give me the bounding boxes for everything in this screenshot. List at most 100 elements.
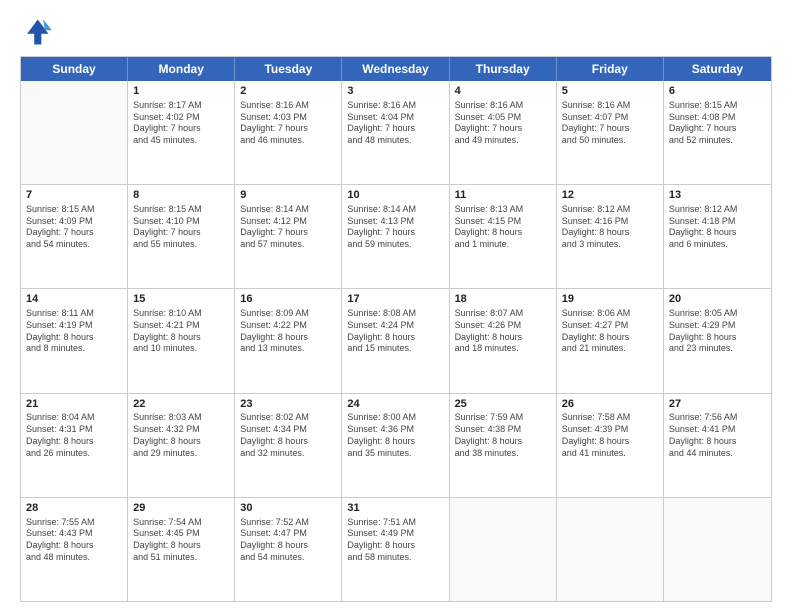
day-number: 21 bbox=[26, 397, 122, 412]
day-number: 28 bbox=[26, 501, 122, 516]
cal-cell: 24Sunrise: 8:00 AM Sunset: 4:36 PM Dayli… bbox=[342, 394, 449, 497]
cal-week-0: 1Sunrise: 8:17 AM Sunset: 4:02 PM Daylig… bbox=[21, 81, 771, 185]
day-info: Sunrise: 7:54 AM Sunset: 4:45 PM Dayligh… bbox=[133, 517, 229, 564]
day-info: Sunrise: 8:14 AM Sunset: 4:13 PM Dayligh… bbox=[347, 204, 443, 251]
day-number: 18 bbox=[455, 292, 551, 307]
day-info: Sunrise: 8:16 AM Sunset: 4:03 PM Dayligh… bbox=[240, 100, 336, 147]
day-number: 12 bbox=[562, 188, 658, 203]
cal-cell: 6Sunrise: 8:15 AM Sunset: 4:08 PM Daylig… bbox=[664, 81, 771, 184]
cal-cell: 8Sunrise: 8:15 AM Sunset: 4:10 PM Daylig… bbox=[128, 185, 235, 288]
day-info: Sunrise: 8:06 AM Sunset: 4:27 PM Dayligh… bbox=[562, 308, 658, 355]
day-info: Sunrise: 8:16 AM Sunset: 4:07 PM Dayligh… bbox=[562, 100, 658, 147]
day-info: Sunrise: 7:55 AM Sunset: 4:43 PM Dayligh… bbox=[26, 517, 122, 564]
day-info: Sunrise: 8:11 AM Sunset: 4:19 PM Dayligh… bbox=[26, 308, 122, 355]
cal-cell: 15Sunrise: 8:10 AM Sunset: 4:21 PM Dayli… bbox=[128, 289, 235, 392]
cal-cell: 21Sunrise: 8:04 AM Sunset: 4:31 PM Dayli… bbox=[21, 394, 128, 497]
day-number: 15 bbox=[133, 292, 229, 307]
cal-cell: 5Sunrise: 8:16 AM Sunset: 4:07 PM Daylig… bbox=[557, 81, 664, 184]
day-info: Sunrise: 8:15 AM Sunset: 4:08 PM Dayligh… bbox=[669, 100, 766, 147]
day-info: Sunrise: 8:08 AM Sunset: 4:24 PM Dayligh… bbox=[347, 308, 443, 355]
cal-cell: 29Sunrise: 7:54 AM Sunset: 4:45 PM Dayli… bbox=[128, 498, 235, 601]
day-info: Sunrise: 8:16 AM Sunset: 4:04 PM Dayligh… bbox=[347, 100, 443, 147]
day-number: 4 bbox=[455, 84, 551, 99]
calendar: SundayMondayTuesdayWednesdayThursdayFrid… bbox=[20, 56, 772, 602]
cal-cell: 10Sunrise: 8:14 AM Sunset: 4:13 PM Dayli… bbox=[342, 185, 449, 288]
day-number: 6 bbox=[669, 84, 766, 99]
cal-cell bbox=[664, 498, 771, 601]
cal-cell: 22Sunrise: 8:03 AM Sunset: 4:32 PM Dayli… bbox=[128, 394, 235, 497]
day-info: Sunrise: 8:10 AM Sunset: 4:21 PM Dayligh… bbox=[133, 308, 229, 355]
cal-header-saturday: Saturday bbox=[664, 57, 771, 81]
cal-cell: 1Sunrise: 8:17 AM Sunset: 4:02 PM Daylig… bbox=[128, 81, 235, 184]
day-number: 8 bbox=[133, 188, 229, 203]
day-info: Sunrise: 8:15 AM Sunset: 4:10 PM Dayligh… bbox=[133, 204, 229, 251]
day-info: Sunrise: 7:59 AM Sunset: 4:38 PM Dayligh… bbox=[455, 412, 551, 459]
day-number: 2 bbox=[240, 84, 336, 99]
day-number: 1 bbox=[133, 84, 229, 99]
day-number: 30 bbox=[240, 501, 336, 516]
cal-week-4: 28Sunrise: 7:55 AM Sunset: 4:43 PM Dayli… bbox=[21, 498, 771, 601]
day-info: Sunrise: 8:16 AM Sunset: 4:05 PM Dayligh… bbox=[455, 100, 551, 147]
cal-cell: 30Sunrise: 7:52 AM Sunset: 4:47 PM Dayli… bbox=[235, 498, 342, 601]
day-number: 9 bbox=[240, 188, 336, 203]
cal-header-thursday: Thursday bbox=[450, 57, 557, 81]
day-number: 27 bbox=[669, 397, 766, 412]
cal-week-2: 14Sunrise: 8:11 AM Sunset: 4:19 PM Dayli… bbox=[21, 289, 771, 393]
day-info: Sunrise: 8:09 AM Sunset: 4:22 PM Dayligh… bbox=[240, 308, 336, 355]
day-info: Sunrise: 8:04 AM Sunset: 4:31 PM Dayligh… bbox=[26, 412, 122, 459]
day-info: Sunrise: 8:05 AM Sunset: 4:29 PM Dayligh… bbox=[669, 308, 766, 355]
logo-icon bbox=[20, 16, 52, 48]
day-info: Sunrise: 8:00 AM Sunset: 4:36 PM Dayligh… bbox=[347, 412, 443, 459]
cal-cell: 12Sunrise: 8:12 AM Sunset: 4:16 PM Dayli… bbox=[557, 185, 664, 288]
cal-cell: 27Sunrise: 7:56 AM Sunset: 4:41 PM Dayli… bbox=[664, 394, 771, 497]
calendar-body: 1Sunrise: 8:17 AM Sunset: 4:02 PM Daylig… bbox=[21, 81, 771, 601]
cal-cell: 18Sunrise: 8:07 AM Sunset: 4:26 PM Dayli… bbox=[450, 289, 557, 392]
cal-header-friday: Friday bbox=[557, 57, 664, 81]
cal-header-monday: Monday bbox=[128, 57, 235, 81]
calendar-header-row: SundayMondayTuesdayWednesdayThursdayFrid… bbox=[21, 57, 771, 81]
cal-cell bbox=[450, 498, 557, 601]
day-number: 16 bbox=[240, 292, 336, 307]
day-info: Sunrise: 7:52 AM Sunset: 4:47 PM Dayligh… bbox=[240, 517, 336, 564]
day-number: 7 bbox=[26, 188, 122, 203]
day-info: Sunrise: 7:58 AM Sunset: 4:39 PM Dayligh… bbox=[562, 412, 658, 459]
header bbox=[20, 16, 772, 48]
cal-cell: 11Sunrise: 8:13 AM Sunset: 4:15 PM Dayli… bbox=[450, 185, 557, 288]
day-number: 19 bbox=[562, 292, 658, 307]
cal-cell: 17Sunrise: 8:08 AM Sunset: 4:24 PM Dayli… bbox=[342, 289, 449, 392]
day-info: Sunrise: 8:17 AM Sunset: 4:02 PM Dayligh… bbox=[133, 100, 229, 147]
cal-cell: 28Sunrise: 7:55 AM Sunset: 4:43 PM Dayli… bbox=[21, 498, 128, 601]
cal-cell bbox=[557, 498, 664, 601]
day-number: 17 bbox=[347, 292, 443, 307]
cal-cell: 9Sunrise: 8:14 AM Sunset: 4:12 PM Daylig… bbox=[235, 185, 342, 288]
day-number: 29 bbox=[133, 501, 229, 516]
day-info: Sunrise: 8:12 AM Sunset: 4:16 PM Dayligh… bbox=[562, 204, 658, 251]
cal-header-tuesday: Tuesday bbox=[235, 57, 342, 81]
cal-cell: 19Sunrise: 8:06 AM Sunset: 4:27 PM Dayli… bbox=[557, 289, 664, 392]
day-number: 5 bbox=[562, 84, 658, 99]
cal-cell: 23Sunrise: 8:02 AM Sunset: 4:34 PM Dayli… bbox=[235, 394, 342, 497]
cal-cell: 3Sunrise: 8:16 AM Sunset: 4:04 PM Daylig… bbox=[342, 81, 449, 184]
day-info: Sunrise: 8:15 AM Sunset: 4:09 PM Dayligh… bbox=[26, 204, 122, 251]
cal-cell: 26Sunrise: 7:58 AM Sunset: 4:39 PM Dayli… bbox=[557, 394, 664, 497]
day-number: 13 bbox=[669, 188, 766, 203]
cal-cell: 31Sunrise: 7:51 AM Sunset: 4:49 PM Dayli… bbox=[342, 498, 449, 601]
day-number: 22 bbox=[133, 397, 229, 412]
cal-cell: 13Sunrise: 8:12 AM Sunset: 4:18 PM Dayli… bbox=[664, 185, 771, 288]
cal-header-sunday: Sunday bbox=[21, 57, 128, 81]
cal-cell: 25Sunrise: 7:59 AM Sunset: 4:38 PM Dayli… bbox=[450, 394, 557, 497]
day-number: 24 bbox=[347, 397, 443, 412]
day-number: 25 bbox=[455, 397, 551, 412]
cal-cell bbox=[21, 81, 128, 184]
day-info: Sunrise: 8:14 AM Sunset: 4:12 PM Dayligh… bbox=[240, 204, 336, 251]
cal-week-3: 21Sunrise: 8:04 AM Sunset: 4:31 PM Dayli… bbox=[21, 394, 771, 498]
day-number: 11 bbox=[455, 188, 551, 203]
day-info: Sunrise: 8:07 AM Sunset: 4:26 PM Dayligh… bbox=[455, 308, 551, 355]
day-number: 31 bbox=[347, 501, 443, 516]
day-number: 14 bbox=[26, 292, 122, 307]
day-number: 10 bbox=[347, 188, 443, 203]
day-info: Sunrise: 8:13 AM Sunset: 4:15 PM Dayligh… bbox=[455, 204, 551, 251]
cal-cell: 20Sunrise: 8:05 AM Sunset: 4:29 PM Dayli… bbox=[664, 289, 771, 392]
day-number: 3 bbox=[347, 84, 443, 99]
day-info: Sunrise: 8:02 AM Sunset: 4:34 PM Dayligh… bbox=[240, 412, 336, 459]
